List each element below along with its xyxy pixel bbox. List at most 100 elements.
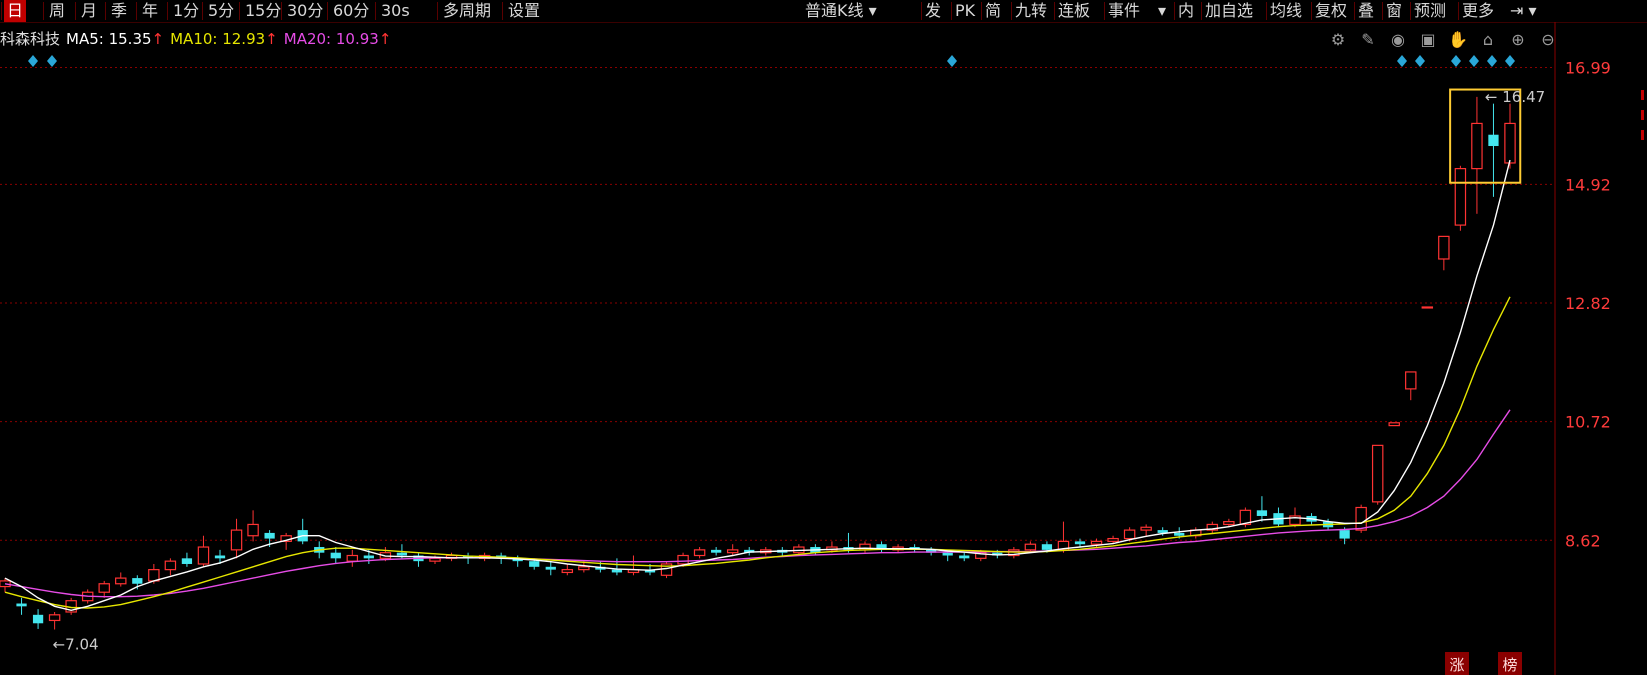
candle-body-up xyxy=(197,546,210,565)
toolbar-separator xyxy=(75,2,76,20)
candle-body-up xyxy=(1223,521,1235,526)
candle-body-down xyxy=(1322,521,1334,528)
period-button[interactable]: 年 xyxy=(139,0,161,22)
lock-icon[interactable]: ⌂ xyxy=(1478,30,1498,50)
toolbar-button[interactable]: 更多 xyxy=(1462,0,1494,22)
y-tick-label: 10.72 xyxy=(1565,413,1611,432)
period-button[interactable]: 5分 xyxy=(205,0,237,22)
toolbar-button[interactable]: 预测 xyxy=(1414,0,1446,22)
toolbar-button[interactable]: 窗 xyxy=(1386,0,1402,22)
toolbar-button[interactable]: 均线 xyxy=(1270,0,1302,22)
candle-body-up xyxy=(726,549,739,554)
candle-body-up xyxy=(1421,306,1434,309)
scroll-marker xyxy=(1641,130,1644,140)
toolbar-separator xyxy=(1458,2,1459,20)
toolbar-separator xyxy=(502,2,503,20)
candle-body-up xyxy=(1024,543,1037,551)
toolbar-separator xyxy=(951,2,952,20)
candle-body-down xyxy=(529,561,540,567)
candle-body-up xyxy=(793,546,805,554)
y-tick-label: 16.99 xyxy=(1565,59,1611,78)
event-marker-icon xyxy=(947,55,957,67)
candle-body-down xyxy=(611,569,623,573)
event-marker-icon xyxy=(1397,55,1407,67)
period-button[interactable]: 季 xyxy=(108,0,130,22)
zoom-out-icon[interactable]: ⊖ xyxy=(1538,30,1558,50)
toolbar-button[interactable]: 九转 xyxy=(1015,0,1047,22)
candle-body-up xyxy=(578,566,590,571)
toolbar-separator xyxy=(375,2,376,20)
ma20-label[interactable]: MA20: 10.93 xyxy=(284,30,379,48)
period-button[interactable]: 周 xyxy=(46,0,68,22)
candle-body-up xyxy=(0,580,11,588)
toolbar-separator xyxy=(239,2,240,20)
candle-body-down xyxy=(1339,530,1350,539)
hand-icon[interactable]: ✋ xyxy=(1448,30,1468,50)
candle-body-down xyxy=(264,532,275,539)
event-marker-icon xyxy=(1487,55,1497,67)
period-button[interactable]: 日 xyxy=(4,0,27,22)
toolbar-separator xyxy=(1311,2,1312,20)
candle-body-down xyxy=(545,566,556,570)
toolbar-separator xyxy=(327,2,328,20)
chart-type-select[interactable]: 普通K线 ▾ xyxy=(805,0,877,22)
candle-body-down xyxy=(595,566,606,570)
event-marker-icon xyxy=(1451,55,1461,67)
toolbar-button[interactable]: 发 xyxy=(925,0,941,22)
ma10-label[interactable]: MA10: 12.93 xyxy=(170,30,265,48)
candle-body-up xyxy=(760,549,772,554)
toolbar-button[interactable]: PK xyxy=(955,0,975,22)
period-button[interactable]: 30分 xyxy=(284,0,326,22)
period-button[interactable]: 设置 xyxy=(505,0,543,22)
event-marker-icon xyxy=(47,55,57,67)
toolbar-button[interactable]: 连板 xyxy=(1058,0,1090,22)
candle-body-down xyxy=(992,552,1003,556)
ma5-label[interactable]: MA5: 15.35 xyxy=(66,30,152,48)
period-toolbar: 日周月季年 1分 5分 15分 30分 60分 30s 多周期 设置 普通K线 ▾ 发 PK 简九转 连板… xyxy=(0,0,1647,23)
briefcase-icon[interactable]: ▣ xyxy=(1418,30,1438,50)
period-button[interactable]: 15分 xyxy=(242,0,284,22)
board-badge-label: 榜 xyxy=(1502,656,1517,674)
event-dropdown-icon[interactable]: ▾ xyxy=(1158,0,1166,22)
period-button[interactable]: 60分 xyxy=(330,0,372,22)
candle-body-down xyxy=(297,530,308,542)
toolbar-button[interactable]: 叠 xyxy=(1358,0,1374,22)
candle-body-up xyxy=(892,546,904,551)
event-marker-icon xyxy=(1469,55,1479,67)
candle-body-down xyxy=(1306,515,1317,522)
toolbar-button[interactable]: 事件 xyxy=(1108,0,1140,22)
period-button[interactable]: 30s xyxy=(378,0,413,22)
toolbar-separator xyxy=(1054,2,1055,20)
candle-body-down xyxy=(496,555,507,559)
candle-body-up xyxy=(693,549,706,557)
zoom-in-icon[interactable]: ⊕ xyxy=(1508,30,1528,50)
candle-body-down xyxy=(926,549,937,553)
candle-body-down xyxy=(363,555,374,559)
y-tick-label: 14.92 xyxy=(1565,175,1611,194)
candle-body-down xyxy=(942,552,953,556)
toolbar-button[interactable]: 内 xyxy=(1178,0,1194,22)
eye-icon[interactable]: ◉ xyxy=(1388,30,1408,50)
candle-body-up xyxy=(280,535,292,542)
candle-body-up xyxy=(346,554,359,562)
exit-fullscreen-icon[interactable]: ⇥ ▾ xyxy=(1510,0,1537,22)
brush-icon[interactable]: ✎ xyxy=(1358,30,1378,50)
ma10-arrow: ↑ xyxy=(265,30,278,48)
gear-icon[interactable]: ⚙ xyxy=(1328,30,1348,50)
candle-body-up xyxy=(1454,168,1467,226)
candle-body-up xyxy=(247,523,259,537)
ma5-line xyxy=(4,159,1511,612)
toolbar-button[interactable]: 加自选 xyxy=(1205,0,1253,22)
period-button[interactable]: 月 xyxy=(78,0,100,22)
period-button[interactable]: 多周期 xyxy=(440,0,494,22)
toolbar-button[interactable]: 简 xyxy=(985,0,1001,22)
candle-body-up xyxy=(826,546,838,551)
ma20-line xyxy=(4,409,1511,598)
scroll-marker xyxy=(1641,110,1644,120)
candle-body-up xyxy=(445,554,458,559)
period-button[interactable]: 1分 xyxy=(170,0,202,22)
kline-chart[interactable]: 16.99 14.92 12.82 10.72 8.62 ← 16.47 ←7.04 涨 榜 xyxy=(0,0,1647,675)
max-price-label: ← 16.47 xyxy=(1485,88,1545,106)
toolbar-button[interactable]: 复权 xyxy=(1315,0,1347,22)
candle-body-up xyxy=(429,557,441,562)
